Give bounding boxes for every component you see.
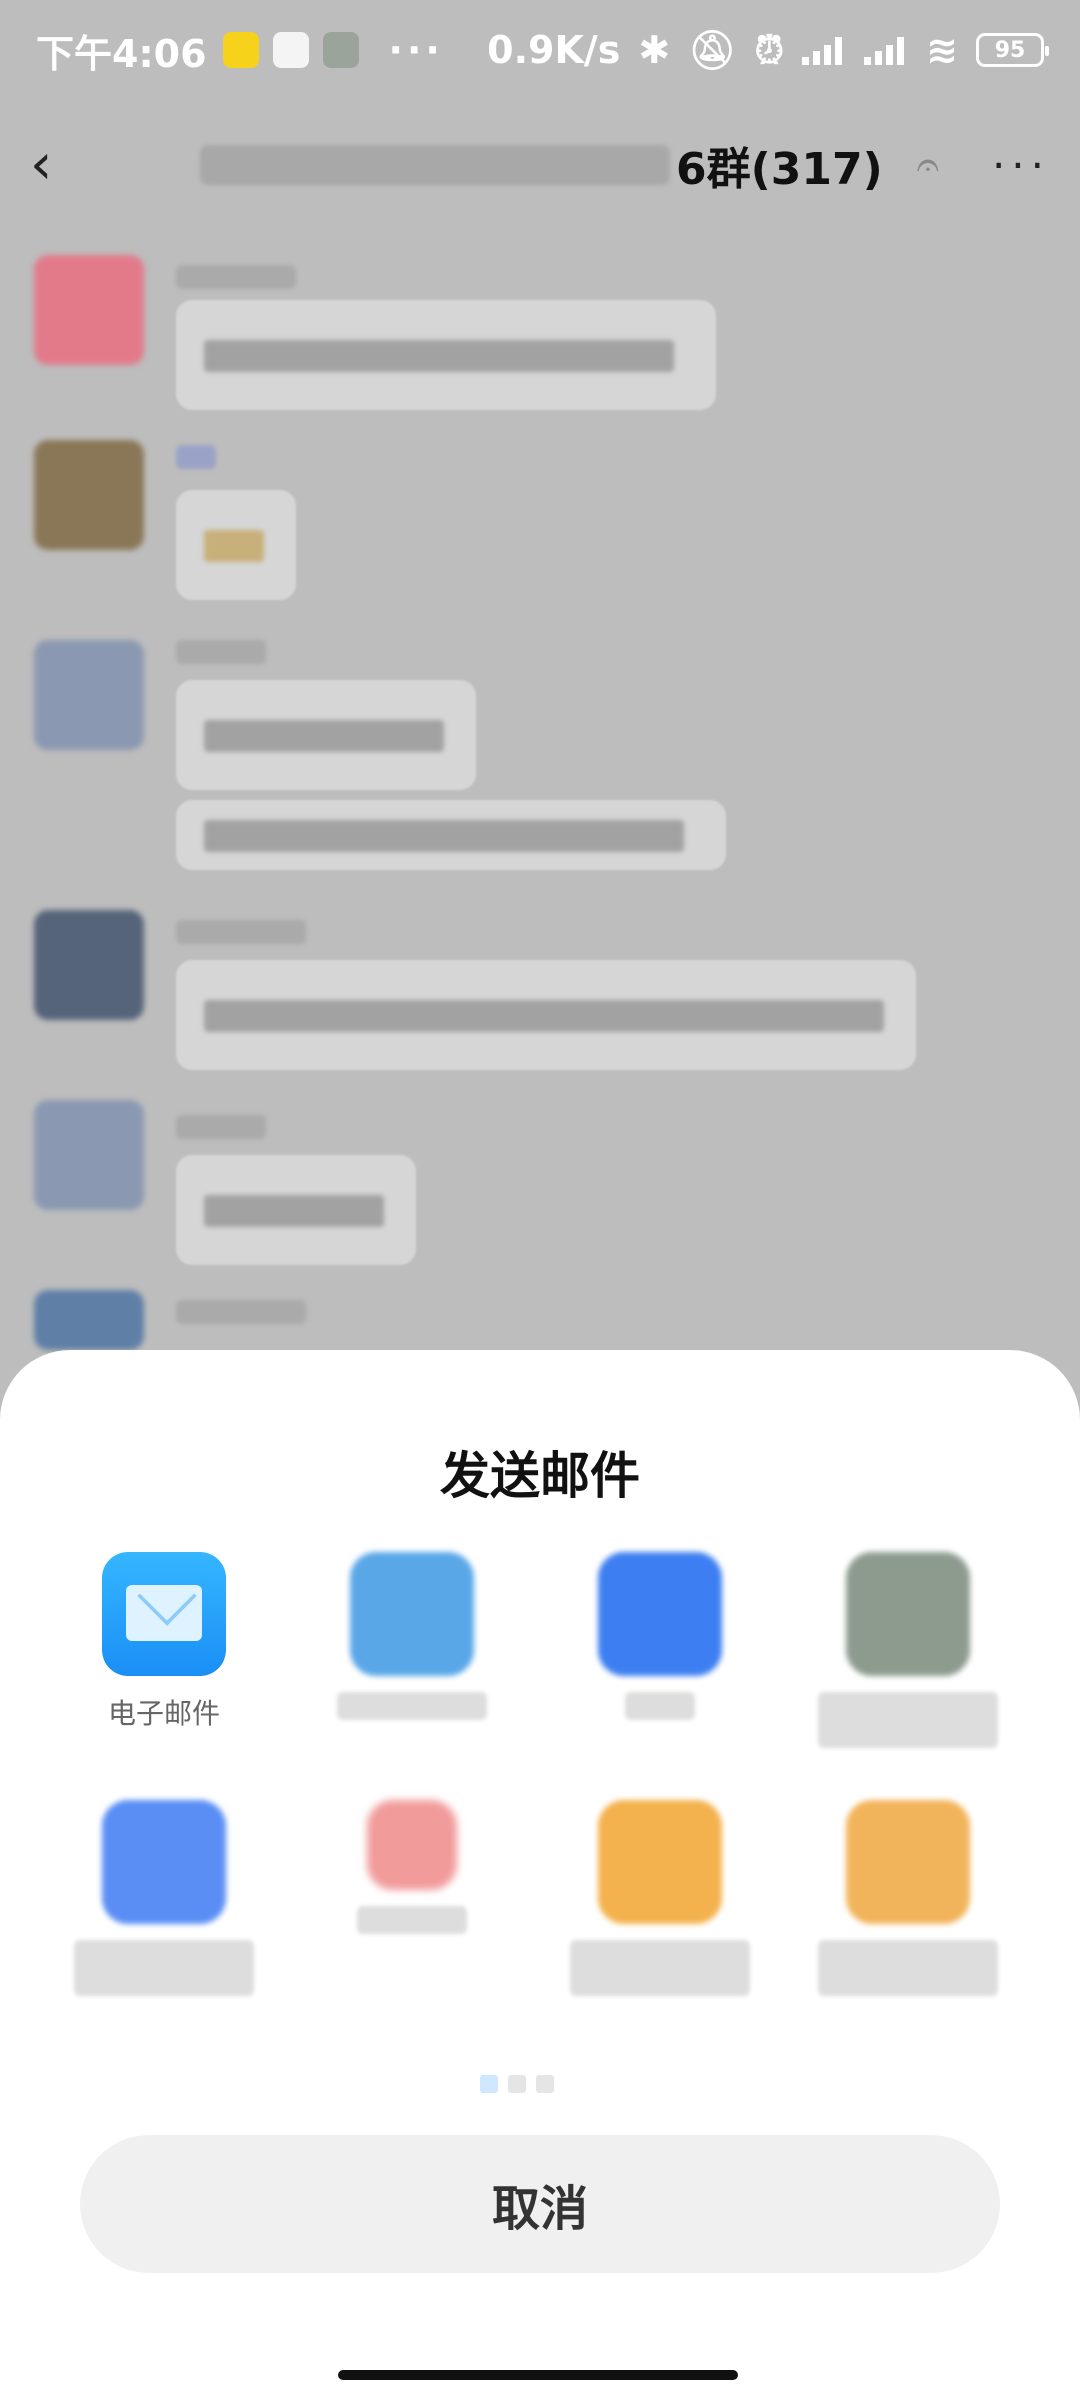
mute-icon: 🔕︎: [688, 27, 737, 72]
app-email[interactable]: 电子邮件: [64, 1552, 264, 1732]
status-more-dots: ···: [388, 28, 444, 72]
chat-title: 6群(317): [200, 133, 883, 197]
app-icon: [598, 1552, 722, 1676]
signal-icon: [864, 35, 908, 65]
app-option[interactable]: [64, 1800, 264, 1996]
message-bubble: [176, 300, 716, 410]
blurred-app-label: [818, 1692, 998, 1748]
message-bubble: [176, 1155, 416, 1265]
app-icon: [846, 1800, 970, 1924]
sender-name: [176, 1115, 266, 1139]
wifi-icon: ≋: [926, 28, 958, 72]
sender-name: [176, 445, 216, 469]
app-icon: [846, 1552, 970, 1676]
app-option[interactable]: [808, 1800, 1008, 1996]
status-bar: 下午4:06 ··· 0.9K/s ✱ 🔕︎ ⏰︎ ≋ 95: [0, 0, 1080, 100]
network-speed: 0.9K/s: [487, 28, 621, 72]
page-dot: [508, 2075, 526, 2093]
blurred-app-label: [570, 1940, 750, 1996]
page-indicator: [480, 2075, 554, 2093]
message-bubble: [176, 800, 726, 870]
alarm-icon: ⏰︎: [754, 27, 785, 72]
blurred-app-label: [818, 1940, 998, 1996]
avatar: [34, 255, 144, 365]
message-bubble: [176, 680, 476, 790]
avatar: [34, 1100, 144, 1210]
share-sheet: 发送邮件 电子邮件 取消: [0, 1350, 1080, 2400]
avatar: [34, 440, 144, 550]
bluetooth-icon: ✱: [638, 28, 671, 72]
app-option[interactable]: [560, 1800, 760, 1996]
avatar: [34, 910, 144, 1020]
chat-header: ‹ 6群(317) 𝄐 ···: [0, 100, 1080, 230]
notification-app-icon: [222, 32, 259, 68]
sheet-title: 发送邮件: [440, 1447, 640, 1505]
page-dot-active: [480, 2075, 498, 2093]
app-icon: [367, 1800, 457, 1890]
notification-app-icon: [322, 32, 359, 68]
notification-app-icon: [272, 32, 309, 68]
sender-name: [176, 920, 306, 944]
avatar: [34, 1290, 144, 1350]
more-button[interactable]: ···: [992, 141, 1050, 190]
blurred-app-label: [625, 1692, 695, 1720]
app-option[interactable]: [312, 1552, 512, 1720]
battery-level: 95: [994, 37, 1026, 63]
app-label: 电子邮件: [107, 1697, 220, 1730]
avatar: [34, 640, 144, 750]
sender-name: [176, 265, 296, 289]
sticker-bubble: [176, 490, 296, 600]
cancel-button[interactable]: 取消: [80, 2135, 1000, 2273]
ear-icon[interactable]: 𝄐: [917, 142, 939, 188]
mail-icon: [102, 1552, 226, 1676]
app-icon: [102, 1800, 226, 1924]
blurred-title-text: [200, 145, 670, 185]
message-bubble: [176, 960, 916, 1070]
app-icon: [598, 1800, 722, 1924]
sender-name: [176, 1300, 306, 1324]
blurred-app-label: [337, 1692, 487, 1720]
app-option[interactable]: [312, 1800, 512, 1934]
chevron-left-icon: ‹: [30, 132, 53, 197]
sender-name: [176, 640, 266, 664]
blurred-app-label: [357, 1906, 467, 1934]
group-title: 6群(317): [676, 144, 883, 195]
signal-icon: [802, 35, 846, 65]
app-option[interactable]: [560, 1552, 760, 1720]
back-button[interactable]: ‹: [30, 137, 80, 193]
app-icon: [350, 1552, 474, 1676]
battery-icon: 95: [976, 33, 1049, 67]
page-dot: [536, 2075, 554, 2093]
home-indicator[interactable]: [338, 2370, 738, 2380]
status-time: 下午4:06: [36, 31, 207, 76]
blurred-app-label: [74, 1940, 254, 1996]
app-option[interactable]: [808, 1552, 1008, 1748]
